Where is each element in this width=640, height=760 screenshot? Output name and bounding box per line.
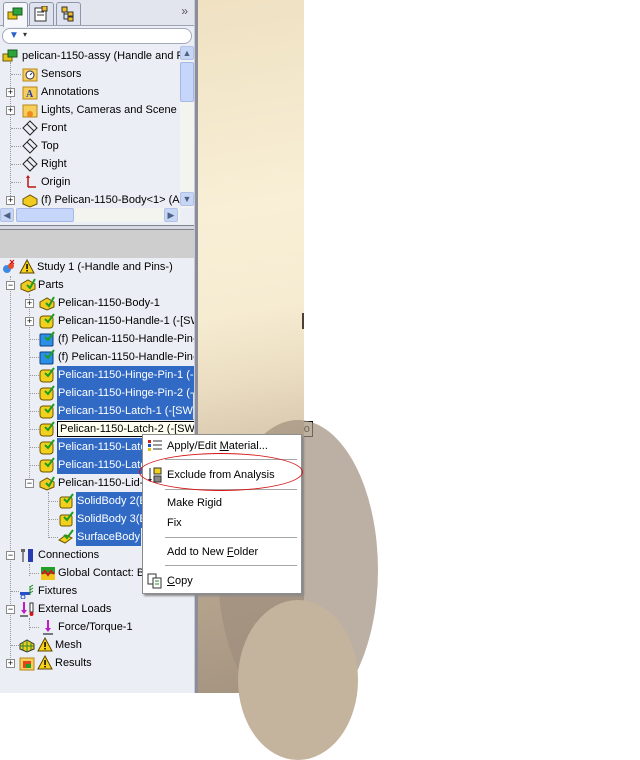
expand-toggle[interactable]: + <box>25 299 34 308</box>
plane-icon <box>22 156 38 172</box>
menu-item-copy[interactable]: Copy <box>143 571 301 591</box>
menu-item-fix[interactable]: Fix <box>143 513 301 533</box>
connections-icon <box>21 549 33 562</box>
part-label: (f) Pelican-1150-Handle-Pin- <box>58 333 197 345</box>
part-label: Pelican-1150-Latc <box>57 438 147 456</box>
scroll-right-button[interactable]: ▶ <box>164 208 178 222</box>
global-contact-icon <box>41 567 55 580</box>
part-label: Pelican-1150-Lid-: <box>58 477 147 489</box>
copy-icon <box>147 573 162 589</box>
feature-tree-horizontal-scrollbar[interactable]: ◀ ▶ <box>0 208 180 222</box>
scroll-left-button[interactable]: ◀ <box>0 208 14 222</box>
origin-icon <box>26 175 36 188</box>
scroll-down-button[interactable]: ▼ <box>180 192 194 206</box>
expand-toggle[interactable]: + <box>25 317 34 326</box>
solid-part-icon <box>39 421 55 437</box>
panel-tabs: » <box>0 0 194 27</box>
solid-body-icon <box>59 493 74 509</box>
filter-icon[interactable]: ▼ <box>9 30 19 41</box>
scroll-thumb[interactable] <box>16 208 74 222</box>
part-label: Pelican-1150-Hinge-Pin-2 (-[ <box>57 384 198 402</box>
part-label: Pelican-1150-Handle-1 (-[SW <box>58 315 201 327</box>
model-shape <box>238 600 358 760</box>
solid-part-icon <box>39 385 55 401</box>
surface-body-icon <box>58 529 74 544</box>
menu-item-add-to-new-folder[interactable]: Add to New Folder <box>143 542 301 562</box>
plane-icon <box>22 120 38 136</box>
expand-toggle[interactable]: + <box>6 659 15 668</box>
external-loads-icon <box>20 602 34 617</box>
panel-divider-area <box>0 230 194 258</box>
material-icon <box>148 440 162 451</box>
filter-dropdown-caret[interactable]: ▾ <box>23 30 27 39</box>
parts-folder-icon <box>20 278 36 293</box>
mesh-icon <box>19 639 35 653</box>
part-label: Pelican-1150-Hinge-Pin-1 (-[ <box>57 366 198 384</box>
menu-item-make-rigid[interactable]: Make Rigid <box>143 493 301 513</box>
tree-filter[interactable]: ▼ ▾ <box>2 28 192 44</box>
expand-toggle[interactable]: + <box>6 88 15 97</box>
feature-tree-vertical-scrollbar[interactable]: ▲ ▼ <box>180 46 194 208</box>
study-icon <box>3 259 15 273</box>
solid-part-icon <box>39 439 55 455</box>
lights-folder-icon <box>22 104 38 118</box>
assembly-icon <box>7 7 23 20</box>
expand-toggle[interactable]: + <box>6 106 15 115</box>
results-folder-icon <box>19 657 35 671</box>
annotation-ellipse <box>139 453 303 491</box>
expand-toggle[interactable]: + <box>6 196 15 205</box>
collapse-toggle[interactable]: − <box>6 551 15 560</box>
more-tabs-chevron[interactable]: » <box>181 4 188 18</box>
scroll-up-button[interactable]: ▲ <box>180 46 194 60</box>
root-assembly-label: pelican-1150-assy (Handle and Pins <box>22 50 198 62</box>
blue-part-icon <box>39 349 55 365</box>
warning-icon <box>37 655 53 670</box>
menu-separator <box>165 565 297 566</box>
solid-body-icon <box>59 511 74 527</box>
part-label: Pelican-1150-Latch-1 (-[SW] <box>57 402 197 420</box>
solid-part-icon <box>39 457 55 473</box>
multibody-part-icon <box>39 476 55 491</box>
menu-separator <box>165 537 297 538</box>
plane-icon <box>22 138 38 154</box>
scroll-thumb[interactable] <box>180 62 194 102</box>
warning-icon <box>37 637 53 652</box>
force-icon <box>43 620 53 635</box>
part-label: Pelican-1150-Latc <box>57 456 147 474</box>
assembly-icon <box>2 49 18 62</box>
configuration-icon <box>61 6 74 22</box>
svg-text:A: A <box>26 89 34 100</box>
solid-part-icon <box>39 403 55 419</box>
tab-featuremanager[interactable] <box>3 2 28 27</box>
blue-part-icon <box>39 331 55 347</box>
collapse-toggle[interactable]: − <box>25 479 34 488</box>
fixtures-icon <box>20 584 34 599</box>
collapse-toggle[interactable]: − <box>6 281 15 290</box>
tab-propertymanager[interactable] <box>29 2 54 25</box>
model-edge <box>302 313 304 329</box>
sensors-folder-icon <box>22 68 38 82</box>
tab-configurationmanager[interactable] <box>56 2 81 25</box>
part-label: Pelican-1150-Body-1 <box>58 297 160 309</box>
warning-icon <box>19 259 35 274</box>
part-label: (f) Pelican-1150-Handle-Pin- <box>58 351 197 363</box>
multibody-part-icon <box>39 296 55 311</box>
property-manager-icon <box>34 6 48 22</box>
solid-part-icon <box>39 367 55 383</box>
part-icon <box>22 194 38 208</box>
annotations-folder-icon: A <box>22 86 38 100</box>
collapse-toggle[interactable]: − <box>6 605 15 614</box>
solid-part-icon <box>39 313 55 329</box>
